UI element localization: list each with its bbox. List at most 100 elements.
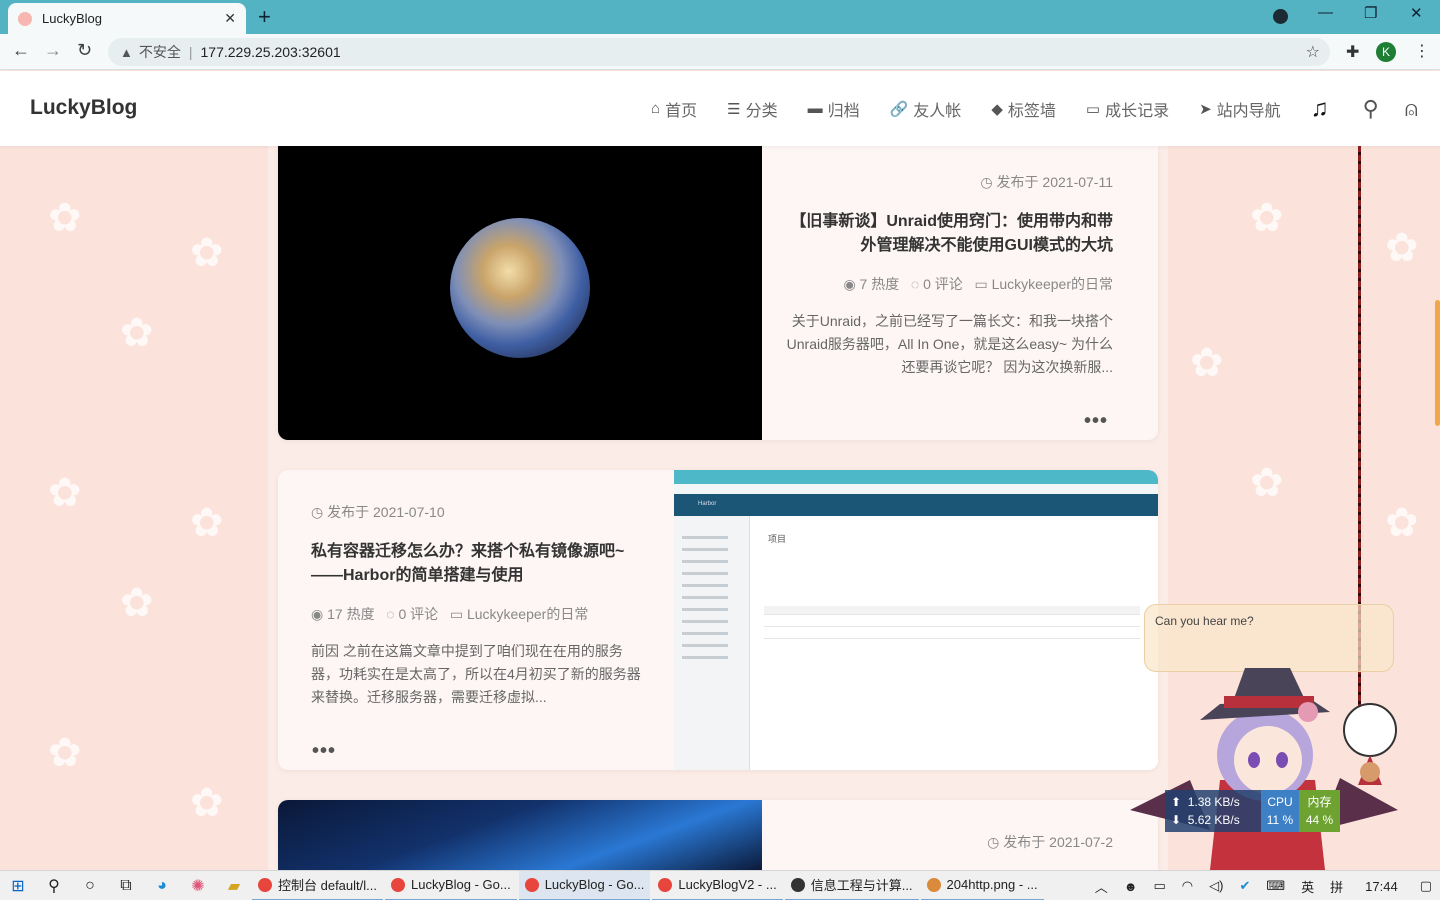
cpu-label: CPU [1267,795,1293,809]
memory-usage: 内存 44 % [1299,790,1340,832]
post-card[interactable]: ◷ 发布于 2021-07-10 私有容器迁移怎么办？来搭个私有镜像源吧~——H… [278,470,1158,770]
minimize-icon[interactable]: — [1318,4,1333,21]
color-picker-icon[interactable]: ✺ [180,876,216,896]
taskbar-app[interactable]: LuckyBlog - Go... [384,871,517,900]
post-card[interactable]: ◷ 发布于 2021-07-2 [278,800,1158,870]
back-icon[interactable]: ← [12,40,30,61]
taskbar-app-label: 信息工程与计算... [810,878,913,893]
warning-icon[interactable]: ▲ [120,45,133,60]
window-close-icon[interactable]: ✕ [1410,4,1423,22]
post-cover-image[interactable]: Harbor 项目 [674,470,1158,770]
site-logo[interactable]: LuckyBlog [30,96,137,120]
music-icon[interactable]: ♫ [1311,95,1329,123]
post-date-text: 发布于 2021-07-2 [1003,834,1113,850]
post-date: ◷ 发布于 2021-07-2 [987,832,1113,852]
tab-search-icon[interactable] [1273,9,1288,24]
live2d-mascot[interactable] [1130,660,1398,870]
address-bar[interactable]: ▲ 不安全 | 177.229.25.203:32601 ☆ [108,38,1330,66]
mini-side-item [682,608,728,611]
profile-avatar[interactable]: K [1376,42,1396,62]
notification-center-icon[interactable]: ▢ [1420,878,1432,894]
comment-icon: ◌ [386,606,395,622]
ime-mode[interactable]: 拼 [1330,877,1343,896]
post-cover-image[interactable] [278,146,762,440]
sakura-decoration-icon: ✿ [1385,226,1419,270]
taskbar-app-active[interactable]: LuckyBlog - Go... [518,870,651,900]
sakura-decoration-icon: ✿ [1190,341,1224,385]
browser-toolbar: ← → ↻ ▲ 不安全 | 177.229.25.203:32601 ☆ [0,34,1440,70]
nav-label: 站内导航 [1216,102,1281,120]
wifi-icon[interactable]: ◠ [1182,878,1193,894]
scrollbar-thumb[interactable] [1435,300,1440,426]
volume-icon[interactable]: ◁) [1209,878,1223,894]
qq-icon[interactable]: ☻ [1124,879,1138,894]
keyboard-icon[interactable]: ⌨ [1266,878,1285,894]
security-label[interactable]: 不安全 [139,42,181,62]
browser-tab[interactable]: LuckyBlog ✕ [8,3,246,34]
sakura-decoration-icon: ✿ [48,471,82,515]
taskbar-app[interactable]: 204http.png - ... [920,871,1044,900]
post-cover-image[interactable] [278,800,762,870]
extensions-icon[interactable]: ✚ [1346,42,1359,62]
home-icon: ⌂ [651,100,661,117]
post-comments: 0 评论 [398,606,439,622]
taskbar-app[interactable]: LuckyBlogV2 - ... [652,871,783,900]
omnibox-divider: | [188,44,193,60]
restore-icon[interactable]: ❐ [1364,4,1377,22]
post-category[interactable]: Luckykeeper的日常 [467,606,588,622]
file-explorer-icon[interactable]: ▰ [216,876,252,896]
clock-time[interactable]: 17:44 [1365,879,1398,894]
nav-label: 标签墙 [1007,102,1056,120]
bookmark-star-icon[interactable]: ☆ [1306,42,1320,62]
cpu-value: 11 % [1266,813,1294,827]
nav-home[interactable]: ⌂ 首页 [651,97,697,121]
mini-sidebar [674,516,750,770]
post-title[interactable]: 私有容器迁移怎么办？来搭个私有镜像源吧~——Harbor的简单搭建与使用 [311,540,644,588]
tag-icon: ◆ [991,100,1003,118]
search-icon[interactable]: ⚲ [1363,96,1379,122]
show-hidden-icons-icon[interactable]: ︿ [1095,877,1108,896]
more-menu-icon[interactable]: ⋮ [1414,41,1430,61]
app-tray-icon[interactable]: ✔ [1239,878,1250,894]
nav-growth[interactable]: ▭ 成长记录 [1086,97,1169,121]
nav-tags[interactable]: ◆ 标签墙 [991,97,1056,121]
comment-icon: ◌ [910,276,920,292]
nav-label: 友人帐 [913,102,962,120]
nav-archive[interactable]: ▬ 归档 [808,97,860,121]
close-tab-icon[interactable]: ✕ [224,10,236,27]
ime-language[interactable]: 英 [1301,877,1314,896]
task-view-icon[interactable]: ⧉ [108,877,144,895]
taskbar-app[interactable]: 信息工程与计算... [784,871,919,900]
clock-icon: ◷ [987,834,1000,850]
more-button[interactable]: ••• [312,740,336,763]
url-text[interactable]: 177.229.25.203:32601 [201,44,341,60]
sakura-decoration-icon: ✿ [120,581,154,625]
clock-icon: ◷ [311,504,324,520]
more-button[interactable]: ••• [1084,410,1108,433]
search-icon[interactable]: ⚲ [36,876,72,896]
forward-icon[interactable]: → [44,40,62,61]
post-category[interactable]: Luckykeeper的日常 [992,276,1113,292]
user-icon[interactable]: ⍝ [1405,96,1418,122]
nav-friends[interactable]: 🔗 友人帐 [890,97,962,121]
nav-categories[interactable]: ☰ 分类 [727,97,777,121]
cortana-icon[interactable]: ○ [72,877,108,895]
post-title[interactable]: 【旧事新谈】Unraid使用窍门：使用带内和带外管理解决不能使用GUI模式的大坑 [782,210,1113,258]
post-card[interactable]: ◷ 发布于 2021-07-11 【旧事新谈】Unraid使用窍门：使用带内和带… [278,146,1158,440]
chrome-icon [390,877,405,892]
sakura-decoration-icon: ✿ [190,231,224,275]
windows-start-icon[interactable]: ⊞ [0,876,36,896]
folder-icon: ▭ [1085,100,1101,118]
mini-side-item [682,536,728,539]
taskbar-app[interactable]: 控制台 default/l... [252,871,383,900]
mini-main-panel: 项目 [750,516,1158,770]
folder-icon: ▭ [449,606,464,622]
eye-icon: ◉ [843,276,856,292]
taskbar-app-label: LuckyBlog - Go... [544,877,645,892]
nav-site-guide[interactable]: ➤ 站内导航 [1199,97,1281,121]
mini-side-item [682,560,728,563]
edge-icon[interactable]: ◕ [144,877,180,895]
reload-icon[interactable]: ↻ [77,40,92,61]
battery-icon[interactable]: ▭ [1153,878,1165,894]
new-tab-button[interactable]: + [258,5,271,29]
